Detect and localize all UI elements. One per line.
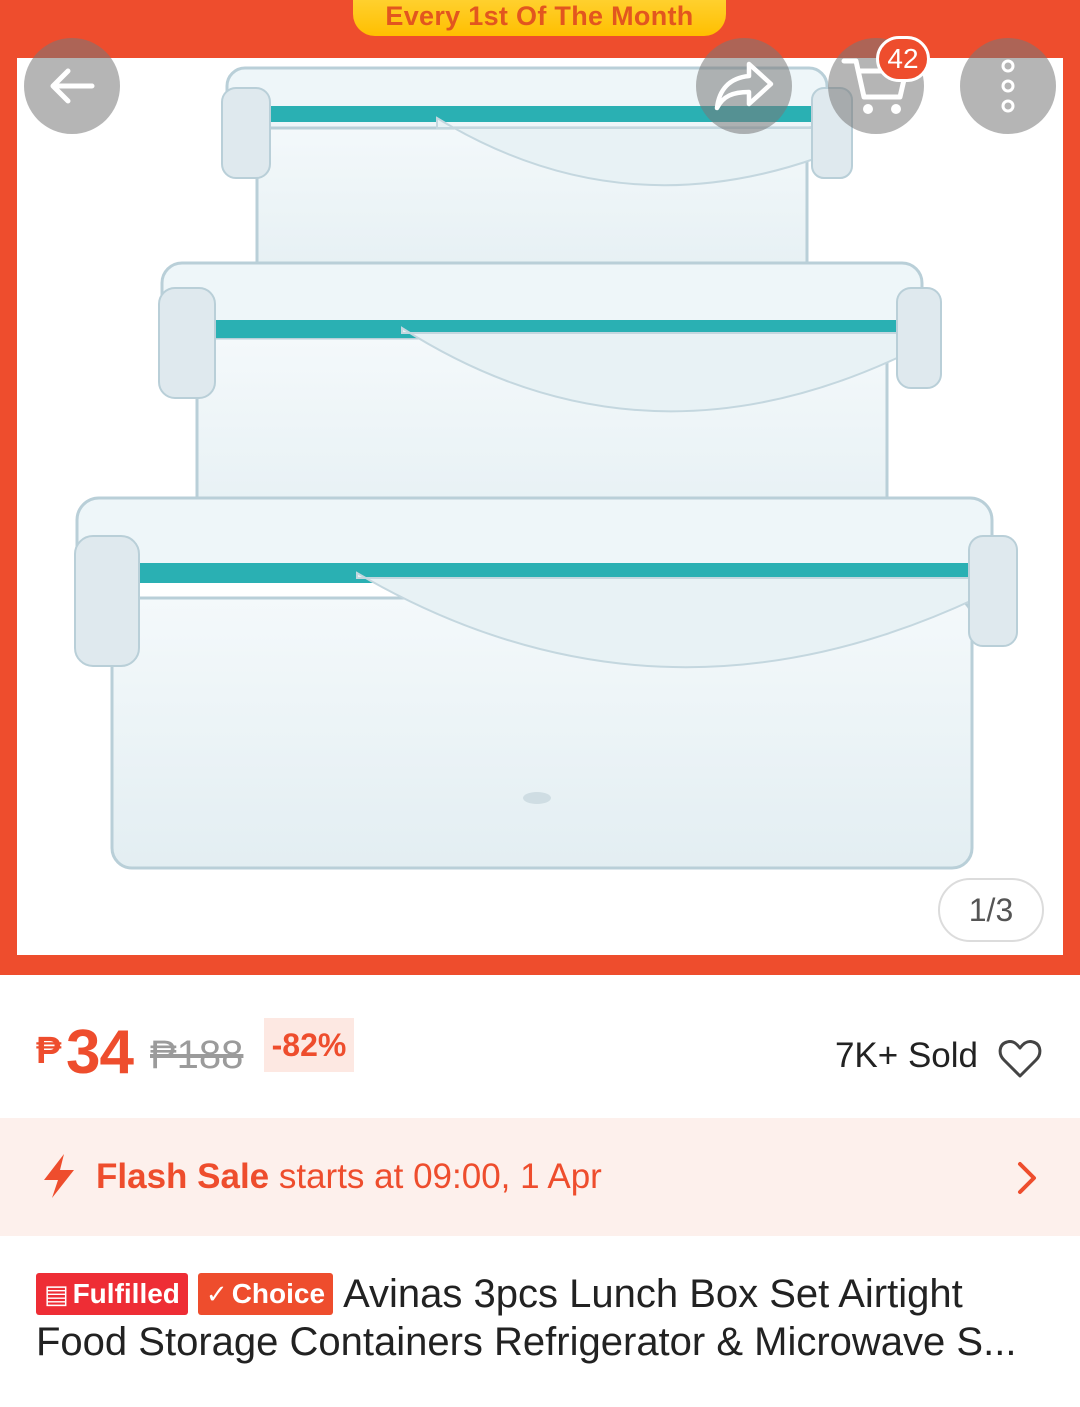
image-counter: 1/3	[938, 878, 1044, 942]
lightning-icon	[44, 1154, 74, 1198]
share-icon	[714, 61, 774, 111]
shop-bag-icon: ▤	[44, 1279, 69, 1309]
choice-tag: ✓ Choice	[197, 1273, 334, 1315]
more-vertical-icon	[1001, 59, 1015, 113]
product-gallery[interactable]: Every 1st Of The Month 42 1/3	[0, 0, 1080, 975]
product-title: ▤ Fulfilled ✓ Choice Avinas 3pcs Lunch Box S…	[36, 1270, 1046, 1370]
flash-sale-label: Flash Sale	[96, 1157, 270, 1196]
chevron-right-icon[interactable]	[1014, 1158, 1040, 1198]
flash-sale-message: starts at 09:00, 1 Apr	[269, 1157, 602, 1196]
more-options-button[interactable]	[960, 38, 1056, 134]
back-button[interactable]	[24, 38, 120, 134]
fulfilled-tag: ▤ Fulfilled	[36, 1273, 188, 1315]
current-price: 34	[66, 1018, 134, 1087]
promo-banner[interactable]: Every 1st Of The Month	[353, 0, 726, 36]
product-image[interactable]	[17, 58, 1063, 955]
food-containers-image	[74, 66, 1018, 870]
cart-count-badge: 42	[876, 36, 930, 82]
sold-count: 7K+ Sold	[834, 1036, 978, 1075]
original-price: ₱188	[150, 1033, 244, 1077]
share-button[interactable]	[696, 38, 792, 134]
discount-badge: -82%	[264, 1018, 354, 1072]
flash-sale-text: Flash Sale starts at 09:00, 1 Apr	[96, 1157, 602, 1197]
check-icon: ✓	[205, 1279, 228, 1309]
currency-symbol: ₱	[36, 1030, 62, 1072]
heart-icon[interactable]	[996, 1034, 1044, 1082]
arrow-left-icon	[50, 68, 95, 104]
